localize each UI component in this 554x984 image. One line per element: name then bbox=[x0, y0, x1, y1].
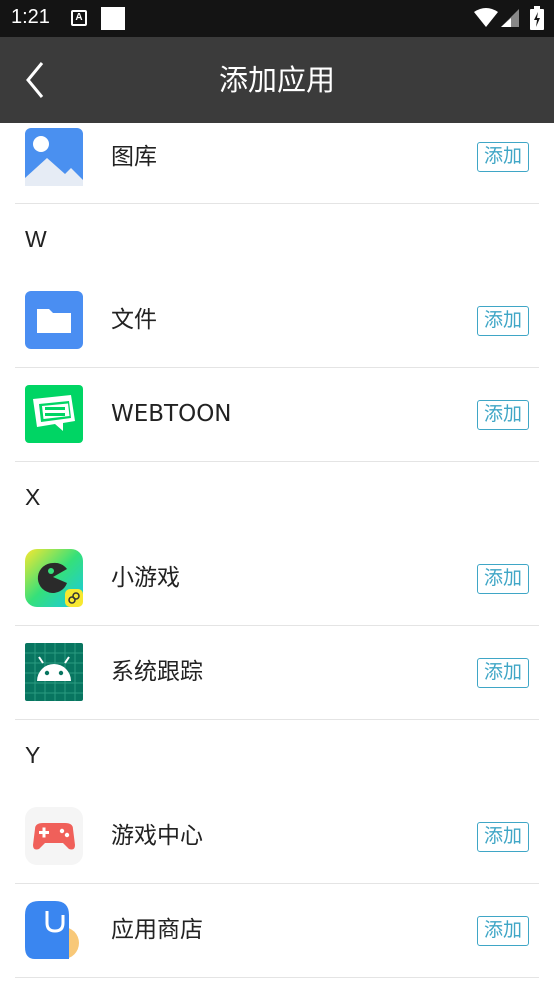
app-store-icon bbox=[25, 901, 79, 959]
list-item-files[interactable]: 文件 添加 bbox=[15, 274, 539, 368]
folder-icon bbox=[25, 291, 83, 349]
app-bar: 添加应用 bbox=[0, 37, 554, 123]
section-header: W bbox=[25, 226, 47, 252]
add-button[interactable]: 添加 bbox=[477, 916, 529, 946]
notification-a-icon: A bbox=[71, 10, 87, 26]
page-title: 添加应用 bbox=[218, 63, 335, 97]
add-button[interactable]: 添加 bbox=[477, 142, 529, 172]
status-bar: 1:21 A bbox=[0, 0, 554, 37]
app-name: 游戏中心 bbox=[111, 823, 203, 849]
list-item-mini-game[interactable]: 小游戏 添加 bbox=[15, 532, 539, 626]
chevron-left-icon bbox=[26, 62, 44, 98]
app-name: 图库 bbox=[111, 144, 157, 170]
gallery-icon bbox=[25, 128, 83, 186]
app-list[interactable]: 图库 添加 W 文件 添加 WEBTOON 添加 X 小游戏 添加 系统跟踪 添… bbox=[0, 123, 554, 978]
back-button[interactable] bbox=[18, 57, 58, 103]
list-item-app-store[interactable]: 应用商店 添加 bbox=[15, 884, 539, 978]
mini-game-icon bbox=[25, 549, 83, 607]
list-item-gallery[interactable]: 图库 添加 bbox=[15, 123, 539, 204]
app-name: WEBTOON bbox=[111, 401, 232, 427]
add-button[interactable]: 添加 bbox=[477, 400, 529, 430]
wifi-icon bbox=[474, 8, 498, 27]
add-button[interactable]: 添加 bbox=[477, 306, 529, 336]
section-header: Y bbox=[25, 742, 41, 768]
android-icon bbox=[25, 643, 83, 701]
list-item-game-center[interactable]: 游戏中心 添加 bbox=[15, 790, 539, 884]
add-button[interactable]: 添加 bbox=[477, 564, 529, 594]
app-name: 系统跟踪 bbox=[111, 659, 203, 685]
list-item-system-trace[interactable]: 系统跟踪 添加 bbox=[15, 626, 539, 720]
gamepad-icon bbox=[25, 807, 83, 865]
battery-icon bbox=[530, 6, 544, 30]
app-name: 文件 bbox=[111, 307, 157, 333]
app-name: 小游戏 bbox=[111, 565, 180, 591]
signal-icon bbox=[501, 9, 519, 27]
status-time: 1:21 bbox=[11, 6, 50, 28]
app-name: 应用商店 bbox=[111, 917, 203, 943]
section-header: X bbox=[25, 484, 41, 510]
list-item-webtoon[interactable]: WEBTOON 添加 bbox=[15, 368, 539, 462]
add-button[interactable]: 添加 bbox=[477, 658, 529, 688]
webtoon-icon bbox=[25, 385, 83, 443]
add-button[interactable]: 添加 bbox=[477, 822, 529, 852]
notification-square-icon bbox=[101, 7, 125, 30]
